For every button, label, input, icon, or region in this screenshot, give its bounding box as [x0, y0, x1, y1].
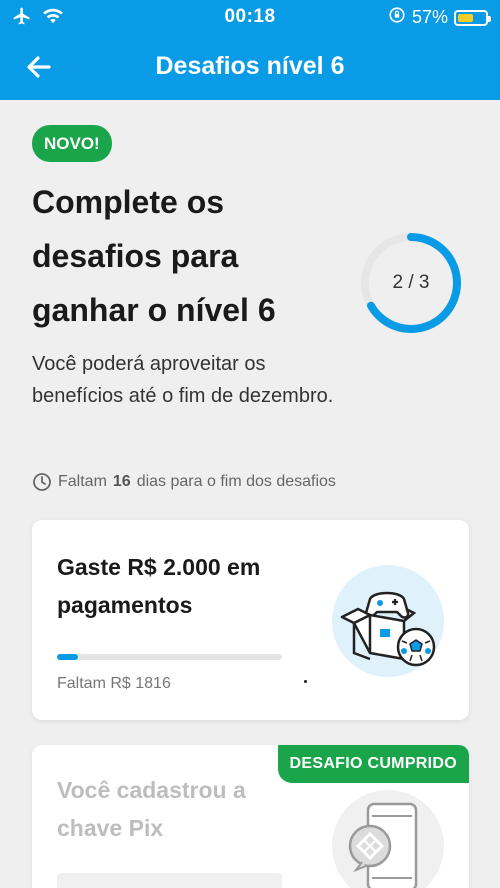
- challenge-title: Você cadastrou a chave Pix: [57, 777, 246, 841]
- challenge-progress-bar: [57, 654, 282, 660]
- progress-ring: 2 / 3: [358, 230, 464, 336]
- intro-description: Você poderá aproveitar os benefícios até…: [32, 353, 334, 407]
- challenge-progress-fill: [57, 654, 78, 660]
- page-dot: [304, 680, 307, 683]
- clock-icon: [33, 473, 51, 491]
- main-content[interactable]: NOVO! Complete os desafios para ganhar o…: [0, 100, 500, 888]
- deadline-days: 16: [112, 473, 131, 490]
- rotation-lock-icon: [388, 6, 406, 29]
- intro-headline: Complete os desafios para ganhar o nível…: [32, 184, 276, 328]
- phone-pix-illustration: [332, 790, 444, 888]
- challenge-card-payments[interactable]: Gaste R$ 2.000 em pagamentos Faltam R$ 1…: [32, 520, 469, 720]
- status-right-icons: 57%: [388, 6, 491, 29]
- challenge-remaining: Faltam R$ 1816: [57, 675, 171, 692]
- deadline-info: Faltam 16 dias para o fim dos desafios: [32, 472, 336, 492]
- challenge-title: Gaste R$ 2.000 em pagamentos: [57, 554, 261, 618]
- deadline-suffix: dias para o fim dos desafios: [136, 473, 336, 490]
- challenge-card-pix[interactable]: DESAFIO CUMPRIDO Você cadastrou a chave …: [32, 745, 469, 888]
- new-badge: NOVO!: [32, 125, 112, 162]
- deadline-prefix: Faltam: [58, 473, 107, 490]
- challenge-placeholder-bar: [57, 873, 282, 888]
- app-bar: Desafios nível 6: [0, 34, 500, 100]
- gift-box-gamepad-ball-illustration: [332, 565, 444, 677]
- status-bar: 00:18 57%: [0, 0, 500, 34]
- progress-label: 2 / 3: [392, 272, 430, 293]
- battery-icon: [454, 9, 491, 26]
- page-title: Desafios nível 6: [155, 52, 345, 80]
- battery-percent: 57%: [411, 7, 448, 27]
